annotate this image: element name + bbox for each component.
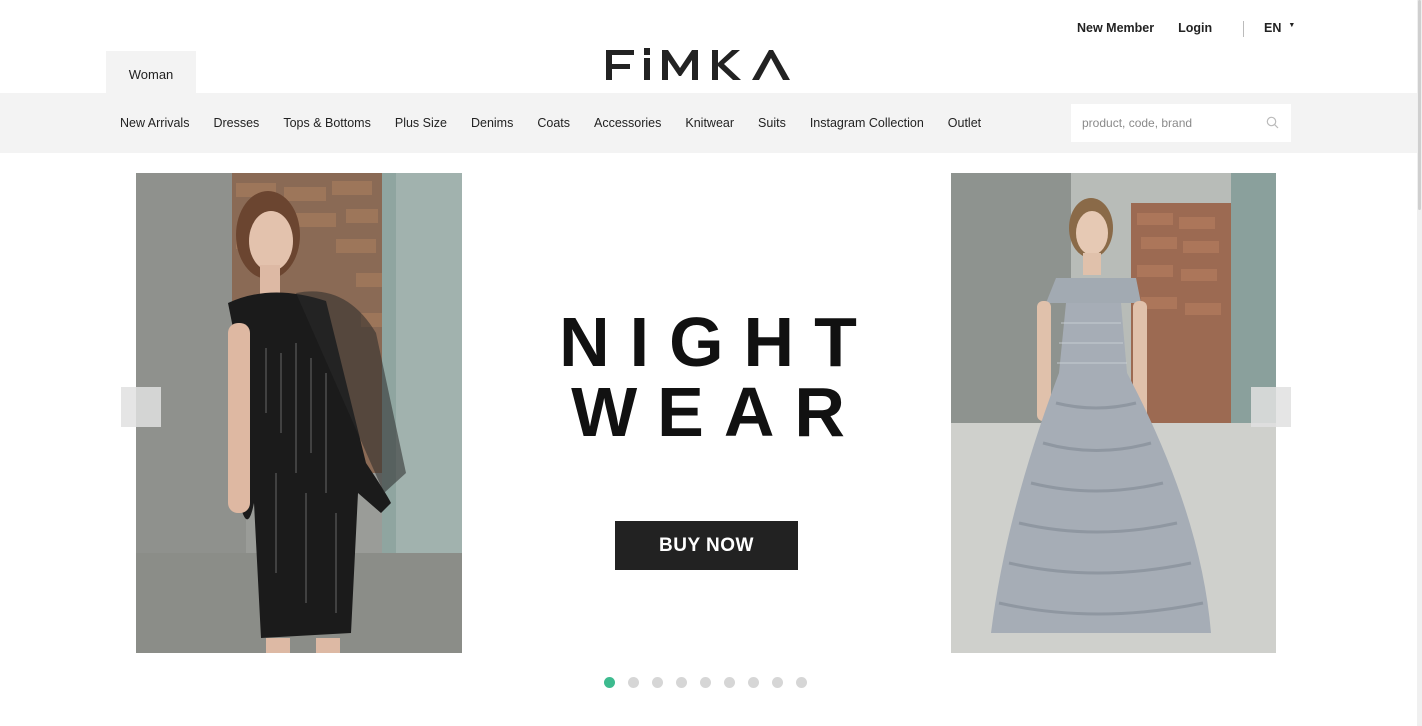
nav-item-accessories[interactable]: Accessories xyxy=(594,116,661,130)
nav-item-dresses[interactable]: Dresses xyxy=(213,116,259,130)
slider-dot-4[interactable] xyxy=(676,677,687,688)
language-selector[interactable]: EN ▼ xyxy=(1264,21,1295,35)
login-link[interactable]: Login xyxy=(1178,21,1212,35)
slider-dot-5[interactable] xyxy=(700,677,711,688)
category-menu: New Arrivals Dresses Tops & Bottoms Plus… xyxy=(120,93,1005,153)
search-icon[interactable] xyxy=(1266,116,1279,129)
hero-image-right[interactable] xyxy=(951,173,1276,653)
nav-item-new-arrivals[interactable]: New Arrivals xyxy=(120,116,189,130)
nav-item-knitwear[interactable]: Knitwear xyxy=(685,116,734,130)
main-nav: New Arrivals Dresses Tops & Bottoms Plus… xyxy=(0,93,1422,153)
nav-item-suits[interactable]: Suits xyxy=(758,116,786,130)
user-links: New Member Login xyxy=(1077,21,1212,35)
hero-headline: NIGHT WEAR xyxy=(537,307,879,447)
headline-line-2: WEAR xyxy=(571,373,865,451)
tab-woman[interactable]: Woman xyxy=(106,51,196,93)
language-label: EN xyxy=(1264,21,1282,35)
buy-now-button[interactable]: BUY NOW xyxy=(615,521,798,570)
slider-dot-7[interactable] xyxy=(748,677,759,688)
nav-item-coats[interactable]: Coats xyxy=(537,116,570,130)
header-divider xyxy=(1243,21,1244,37)
slider-prev-arrow[interactable] xyxy=(121,387,161,427)
new-member-link[interactable]: New Member xyxy=(1077,21,1154,35)
slider-dot-8[interactable] xyxy=(772,677,783,688)
nav-item-plus-size[interactable]: Plus Size xyxy=(395,116,447,130)
nav-item-outlet[interactable]: Outlet xyxy=(948,116,981,130)
hero-slider: NIGHT WEAR BUY NOW xyxy=(136,173,1276,653)
slider-dot-1[interactable] xyxy=(604,677,615,688)
scrollbar-thumb[interactable] xyxy=(1418,0,1421,210)
hero-image-left[interactable] xyxy=(136,173,462,653)
top-header: Woman New Member Login EN ▼ xyxy=(0,0,1422,93)
headline-line-1: NIGHT xyxy=(559,303,877,381)
caret-down-icon: ▼ xyxy=(1288,21,1296,29)
search-input[interactable] xyxy=(1071,105,1251,141)
nav-item-denims[interactable]: Denims xyxy=(471,116,513,130)
slider-dot-9[interactable] xyxy=(796,677,807,688)
slider-next-arrow[interactable] xyxy=(1251,387,1291,427)
slider-pagination xyxy=(604,677,820,688)
nav-item-tops-bottoms[interactable]: Tops & Bottoms xyxy=(283,116,371,130)
fimka-logo[interactable] xyxy=(604,46,804,84)
page-scrollbar[interactable] xyxy=(1417,0,1422,726)
slider-dot-2[interactable] xyxy=(628,677,639,688)
slider-dot-6[interactable] xyxy=(724,677,735,688)
search-box xyxy=(1071,104,1291,142)
slider-dot-3[interactable] xyxy=(652,677,663,688)
nav-item-instagram-collection[interactable]: Instagram Collection xyxy=(810,116,924,130)
